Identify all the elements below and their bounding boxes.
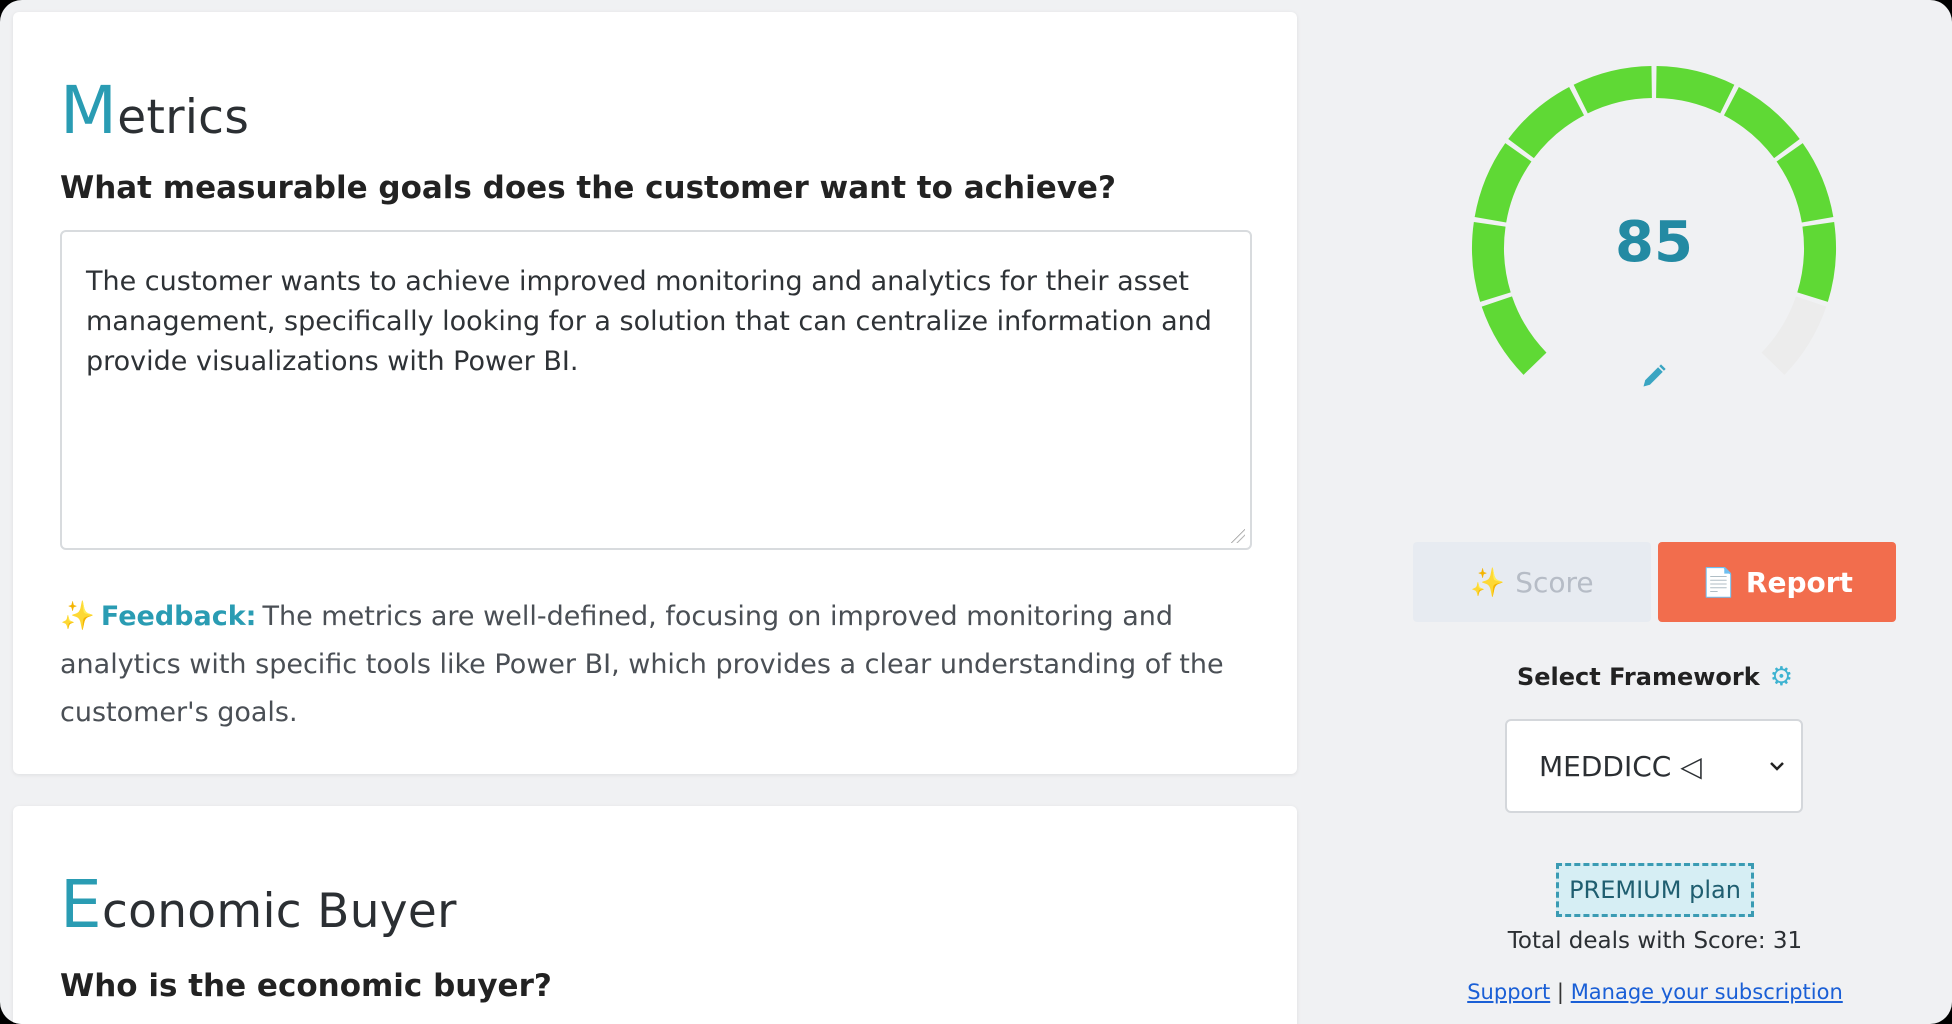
metrics-answer-text: The customer wants to achieve improved m… xyxy=(86,266,1212,377)
feedback-label: Feedback: xyxy=(100,601,257,632)
score-button[interactable]: ✨ Score xyxy=(1413,542,1651,622)
gauge-segment xyxy=(1472,222,1511,302)
chevron-down-icon xyxy=(1770,762,1784,771)
app-frame: Metrics What measurable goals does the c… xyxy=(0,0,1952,1024)
gear-icon[interactable]: ⚙ xyxy=(1770,662,1793,692)
manage-subscription-link[interactable]: Manage your subscription xyxy=(1571,980,1843,1004)
gauge-segment xyxy=(1508,87,1585,159)
metrics-title-rest: etrics xyxy=(117,90,250,145)
gauge-segment xyxy=(1481,296,1547,375)
plan-badge: PREMIUM plan xyxy=(1556,863,1754,917)
score-button-label: Score xyxy=(1515,565,1594,599)
gauge-segment xyxy=(1776,143,1834,223)
metrics-card: Metrics What measurable goals does the c… xyxy=(13,12,1297,774)
resize-handle[interactable] xyxy=(1231,529,1245,543)
gauge-segment xyxy=(1797,222,1836,302)
metrics-question: What measurable goals does the customer … xyxy=(60,170,1116,206)
support-link[interactable]: Support xyxy=(1467,980,1550,1004)
framework-select[interactable]: MEDDICC ◁ xyxy=(1505,719,1803,813)
link-separator: | xyxy=(1556,980,1564,1004)
gauge-segment xyxy=(1723,87,1800,159)
report-button-label: Report xyxy=(1745,565,1853,599)
gauge-segment xyxy=(1573,66,1652,114)
economic-buyer-title: Economic Buyer xyxy=(60,866,457,943)
economic-buyer-question: Who is the economic buyer? xyxy=(60,968,552,1004)
gauge-segment xyxy=(1474,143,1532,223)
score-value: 85 xyxy=(1615,210,1693,275)
economic-buyer-title-initial: E xyxy=(60,866,103,943)
metrics-answer-field[interactable]: The customer wants to achieve improved m… xyxy=(60,230,1252,550)
footer-links: Support | Manage your subscription xyxy=(1450,980,1860,1004)
metrics-title-initial: M xyxy=(60,72,118,149)
report-button[interactable]: 📄 Report xyxy=(1658,542,1896,622)
economic-buyer-title-rest: conomic Buyer xyxy=(102,884,457,939)
pencil-icon[interactable] xyxy=(1640,362,1668,390)
total-deals-text: Total deals with Score: 31 xyxy=(1507,928,1803,954)
metrics-feedback: ✨ Feedback: The metrics are well-defined, … xyxy=(60,592,1260,737)
framework-selected-value: MEDDICC ◁ xyxy=(1539,749,1702,783)
framework-label: Select Framework xyxy=(1516,663,1760,691)
framework-label-row: Select Framework ⚙ xyxy=(1480,662,1830,692)
economic-buyer-card: Economic Buyer Who is the economic buyer… xyxy=(13,806,1297,1024)
gauge-segment xyxy=(1656,66,1735,114)
sparkles-icon: ✨ xyxy=(1470,565,1506,599)
document-icon: 📄 xyxy=(1701,565,1736,599)
gauge-segment xyxy=(1761,296,1827,375)
sparkles-icon: ✨ xyxy=(60,599,95,632)
metrics-title: Metrics xyxy=(60,72,249,149)
